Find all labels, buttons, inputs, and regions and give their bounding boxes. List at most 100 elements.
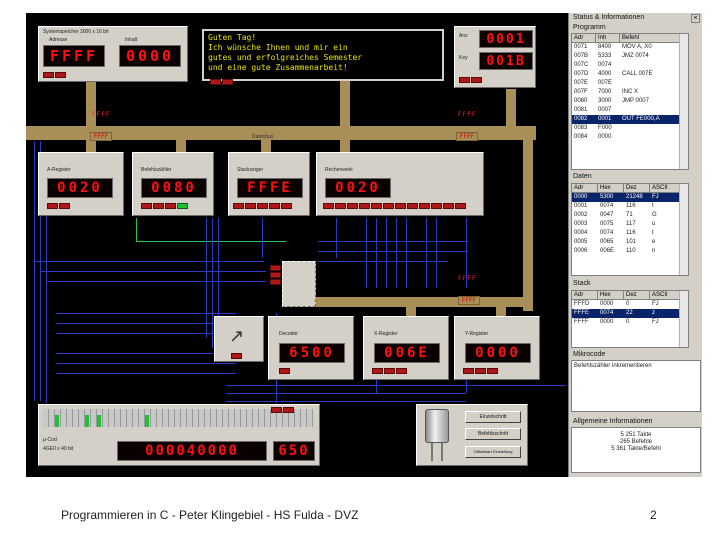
flag-button[interactable]	[231, 353, 242, 359]
table-cell: OUT FE000,A	[622, 116, 660, 122]
wire	[40, 271, 266, 272]
scrollbar[interactable]	[679, 291, 688, 347]
scrollbar[interactable]	[679, 184, 688, 275]
column-header[interactable]: Dez	[624, 184, 650, 192]
wire	[206, 218, 207, 338]
decoder-buttons[interactable]	[279, 368, 290, 374]
table-cell: 0000	[600, 319, 614, 325]
column-header[interactable]: Inh	[596, 34, 620, 42]
table-cell: 007E	[598, 80, 613, 86]
alu-buttons[interactable]	[323, 203, 466, 209]
table-row[interactable]: 0001 0074 116 t	[572, 202, 688, 211]
table-row[interactable]: FFFD 0000 0 FJ	[572, 300, 688, 309]
wire	[34, 141, 35, 401]
table-cell: 0074	[600, 203, 614, 209]
table-row[interactable]: 0004 0074 116 t	[572, 229, 688, 238]
alu-panel: Rechenwerk 0020	[316, 152, 484, 216]
program-table[interactable]: Adr Inh Befehl 0071 8400 MOV A, X0 007B 5333…	[571, 33, 689, 170]
wire	[56, 373, 236, 374]
table-cell: 0071	[574, 44, 588, 50]
table-cell: t	[652, 230, 654, 236]
column-header[interactable]: Hex	[598, 291, 624, 299]
memory-address-display: FFFF	[43, 45, 105, 67]
y-register-display: 0000	[465, 343, 531, 363]
decoder-side-buttons[interactable]	[270, 265, 281, 285]
a-register-buttons[interactable]	[47, 203, 70, 209]
column-header[interactable]: Befehl	[620, 34, 680, 42]
column-header[interactable]: Adr	[572, 34, 596, 42]
table-row[interactable]: 007E 007E	[572, 79, 688, 88]
bus-value-box: FFFF	[458, 296, 480, 305]
y-register-buttons[interactable]	[463, 368, 498, 374]
column-header[interactable]: Adr	[572, 291, 598, 299]
wire	[46, 213, 47, 403]
table-cell: 0003	[574, 221, 588, 227]
table-row[interactable]: 0082 0001 OUT FE000,A	[572, 115, 688, 124]
table-row[interactable]: 0002 0047 71 G	[572, 211, 688, 220]
bus-connector	[86, 139, 96, 153]
table-row[interactable]: 007C 0074	[572, 61, 688, 70]
memory-buttons[interactable]	[43, 72, 66, 78]
table-cell	[620, 124, 680, 133]
instruction-step-button[interactable]: Befehlsschritt	[465, 428, 521, 440]
table-cell: 4000	[598, 71, 612, 77]
column-header[interactable]: Dez	[624, 291, 650, 299]
flag-icon: ↗	[229, 326, 245, 346]
table-row[interactable]: 007D 4000 CALL 007E	[572, 70, 688, 79]
wire	[376, 218, 377, 288]
bus-connector	[176, 139, 186, 153]
slide-footer: Programmieren in C - Peter Klingebiel - …	[61, 508, 359, 522]
program-table-header: Adr Inh Befehl	[572, 34, 688, 43]
stack-table[interactable]: Adr Hex Dez ASCII FFFD 0000 0 FJ FFFE 0074 22 z…	[571, 290, 689, 348]
led-active	[97, 415, 101, 427]
pc-register-buttons[interactable]	[141, 203, 188, 209]
table-row[interactable]: 0000 5300 21248 FJ	[572, 193, 688, 202]
wire	[56, 323, 236, 324]
status-panel-title: Status & Informationen	[573, 14, 645, 21]
column-header[interactable]: ASCII	[650, 184, 680, 192]
table-row[interactable]: FFFF 0000 0 FJ	[572, 318, 688, 327]
wire	[262, 218, 263, 258]
status-panel: Status & Informationen × Programm Adr In…	[568, 13, 702, 477]
key-label: Key	[459, 55, 468, 61]
column-header[interactable]: Adr	[572, 184, 598, 192]
offset-start-button[interactable]: Offsetstart Einstellung	[465, 446, 521, 458]
data-label: Daten	[573, 173, 592, 180]
table-row[interactable]: FFFE 0074 22 z	[572, 309, 688, 318]
table-cell: 0084	[574, 134, 588, 140]
io-buttons[interactable]	[459, 77, 482, 83]
table-row[interactable]: 0080 3000 JMP 0007	[572, 97, 688, 106]
wire	[34, 261, 264, 262]
table-row[interactable]: 0003 0075 117 u	[572, 220, 688, 229]
microcode-panel: μ-Cod 4GE0 x 40 bit 000040000 650	[38, 404, 320, 466]
table-row[interactable]: 007F 7000 INC X	[572, 88, 688, 97]
table-row[interactable]: 0081 0007	[572, 106, 688, 115]
table-cell: INC X	[622, 89, 639, 95]
scrollbar[interactable]	[679, 34, 688, 169]
table-row[interactable]: 0083 F000	[572, 124, 688, 133]
table-row[interactable]: 0006 006E 110 n	[572, 247, 688, 256]
data-table[interactable]: Adr Hex Dez ASCII 0000 5300 21248 FJ 0001 007…	[571, 183, 689, 276]
table-row[interactable]: 0071 8400 MOV A, X0	[572, 43, 688, 52]
x-register-buttons[interactable]	[372, 368, 407, 374]
column-header[interactable]: ASCII	[650, 291, 680, 299]
x-register-label: X-Register	[374, 331, 398, 337]
close-icon[interactable]: ×	[691, 14, 700, 23]
pc-register-label: Befehlszähler	[141, 167, 172, 173]
message-buttons[interactable]	[210, 79, 233, 85]
wire	[406, 218, 407, 288]
message-line: Guten Tag!	[208, 33, 257, 42]
table-row[interactable]: 0005 0065 101 e	[572, 238, 688, 247]
table-row[interactable]: 007B 5333 JMZ 0074	[572, 52, 688, 61]
table-row[interactable]: 0084 0000	[572, 133, 688, 142]
anz-display: 0001	[479, 30, 533, 48]
bus-label-ffff: FFFF	[458, 275, 477, 282]
sp-register-buttons[interactable]	[233, 203, 292, 209]
table-cell: 3000	[598, 98, 612, 104]
table-cell: FJ	[652, 301, 659, 307]
single-step-button[interactable]: Einzelschritt	[465, 411, 521, 423]
table-cell: FJ	[652, 319, 659, 325]
column-header[interactable]: Hex	[598, 184, 624, 192]
microcode-top-buttons[interactable]	[271, 407, 294, 413]
general-info-box: 5 251 Takte 265 Befehle 5 361 Takte/Befe…	[571, 427, 701, 473]
